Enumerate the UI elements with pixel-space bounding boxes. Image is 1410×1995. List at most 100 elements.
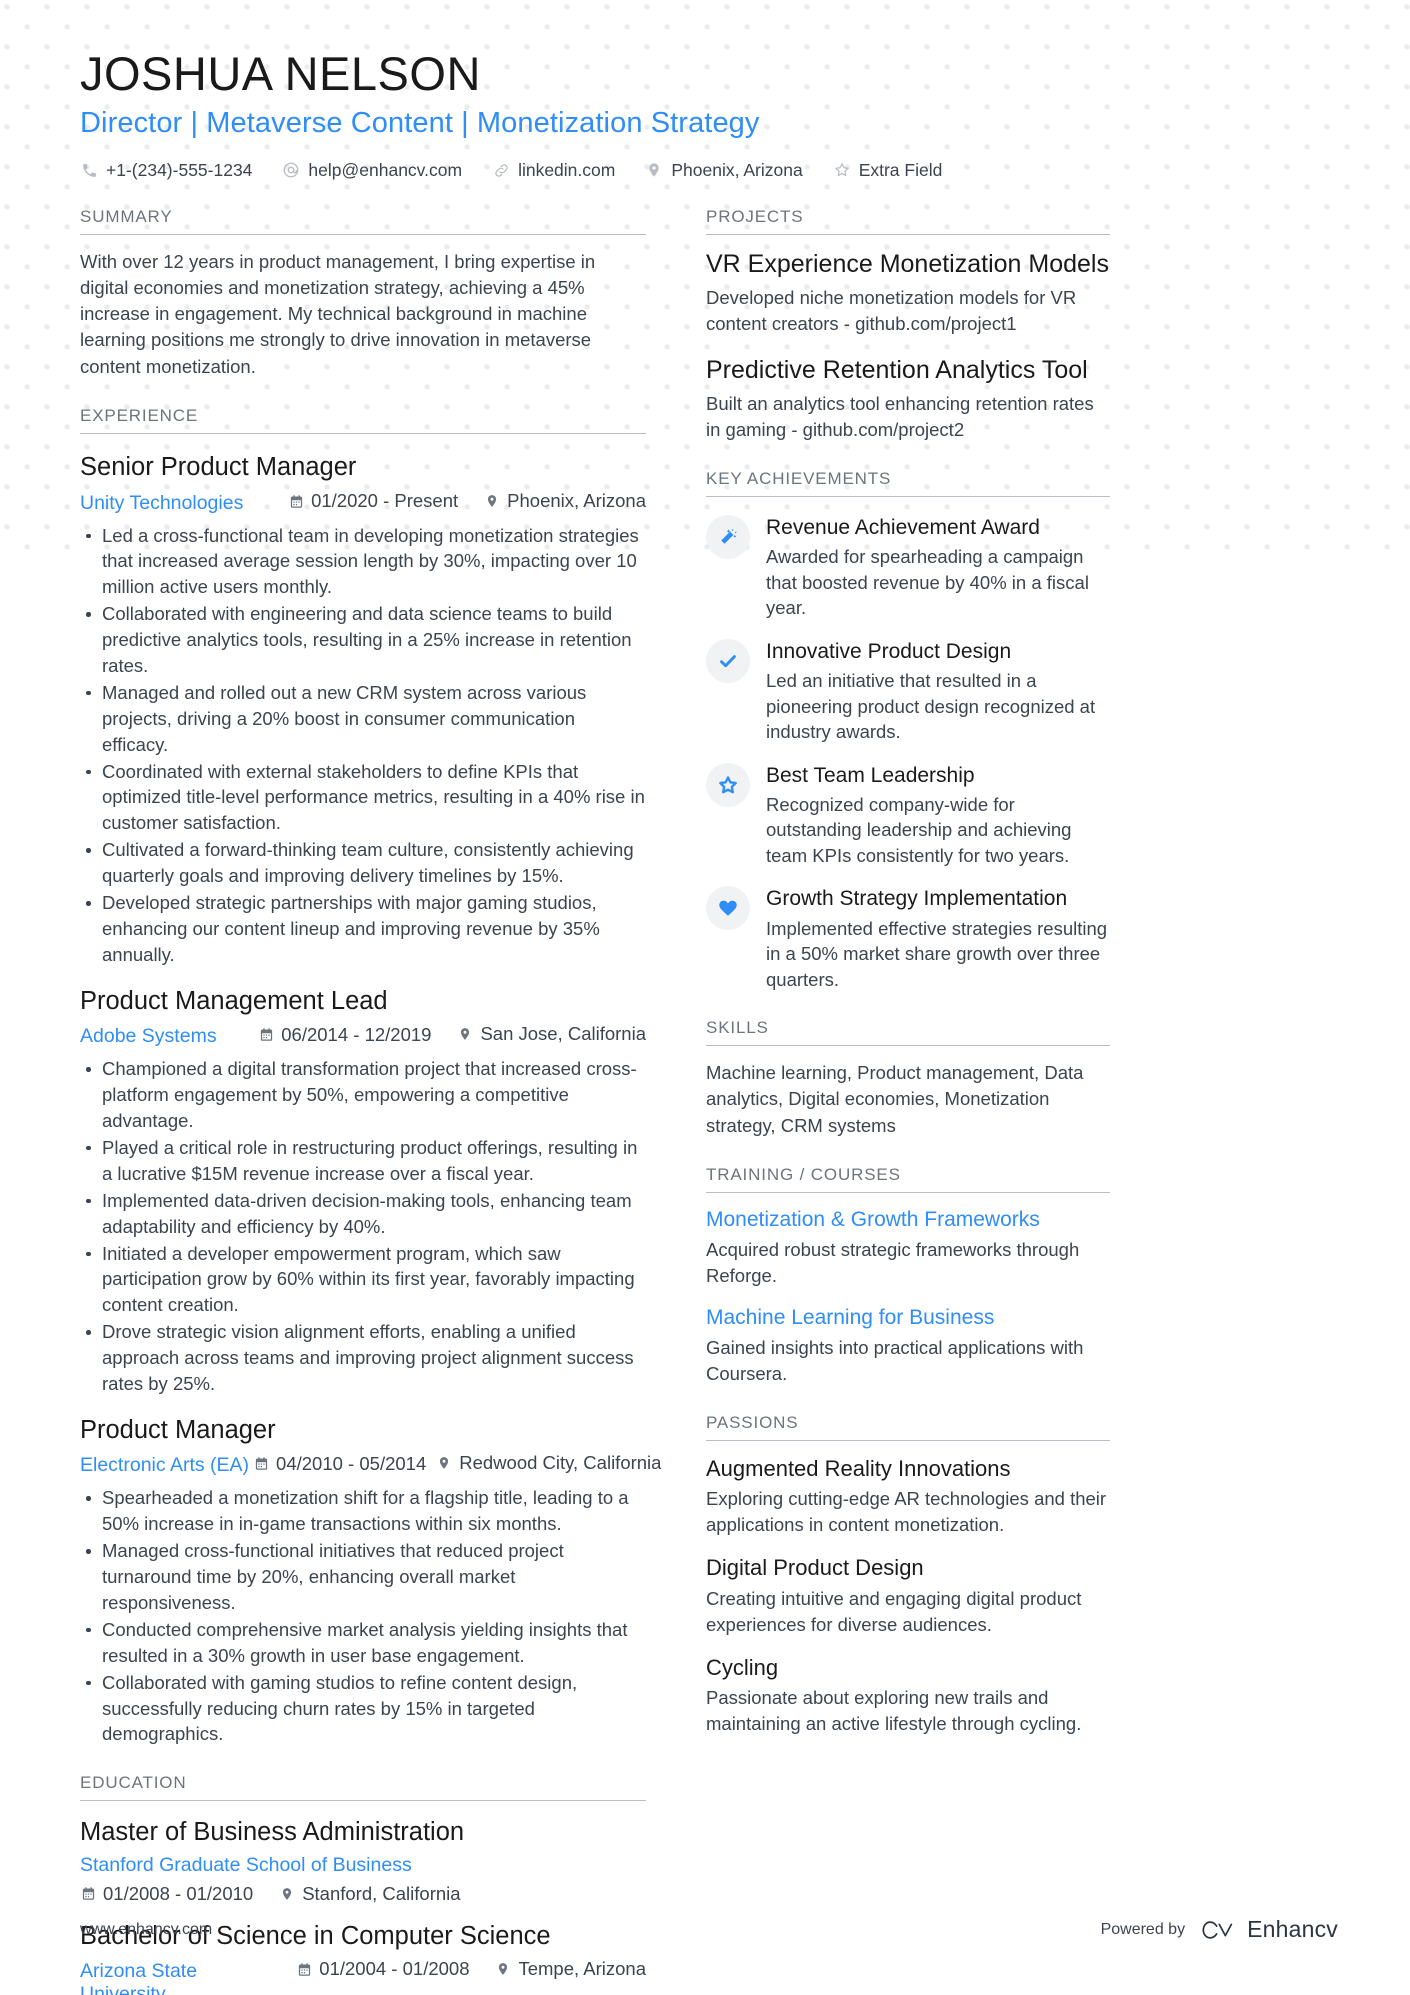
powered-by-label: Powered by	[1100, 1920, 1186, 1938]
passion-description: Exploring cutting-edge AR technologies a…	[706, 1488, 1107, 1536]
calendar-icon	[258, 1027, 274, 1043]
contact-location-text: Phoenix, Arizona	[671, 159, 803, 180]
job-location: Redwood City, California	[436, 1452, 661, 1474]
job-bullet: Championed a digital transformation proj…	[80, 1056, 646, 1134]
calendar-icon	[80, 1886, 96, 1902]
education-section-title: EDUCATION	[80, 1773, 646, 1802]
achievement-title: Best Team Leadership	[766, 763, 975, 787]
section-experience: EXPERIENCE Senior Product Manager Unity …	[80, 406, 661, 1747]
calendar-icon	[296, 1961, 312, 1977]
achievement-entry: Best Team Leadership Recognized company-…	[706, 762, 1110, 869]
education-dates: 01/2008 - 01/2010	[80, 1883, 253, 1905]
star-icon	[706, 762, 750, 807]
star-outline-icon	[833, 161, 851, 179]
location-pin-icon	[484, 493, 500, 509]
contact-location: Phoenix, Arizona	[645, 159, 803, 181]
footer-website-url[interactable]: www.enhancv.com	[80, 1921, 212, 1939]
passions-section-title: PASSIONS	[706, 1413, 1110, 1441]
achievements-section-title: KEY ACHIEVEMENTS	[706, 469, 1110, 498]
resume-columns: SUMMARY With over 12 years in product ma…	[0, 181, 1410, 1995]
project-title: VR Experience Monetization Models	[706, 249, 1109, 278]
job-dates-text: 01/2020 - Present	[311, 490, 459, 512]
contact-email[interactable]: help@enhancv.com	[282, 160, 462, 181]
course-description: Acquired robust strategic frameworks thr…	[706, 1239, 1080, 1287]
email-icon	[282, 161, 300, 179]
job-bullet: Managed cross-functional initiatives tha…	[80, 1538, 646, 1616]
section-skills: SKILLS Machine learning, Product managem…	[706, 1018, 1110, 1139]
footer-brand-group: Powered by Enhancv	[1101, 1916, 1338, 1943]
passion-title: Digital Product Design	[706, 1555, 924, 1581]
job-bullets: Led a cross-functional team in developin…	[80, 523, 646, 968]
check-icon	[706, 638, 750, 683]
contact-phone-text: +1-(234)-555-1234	[106, 159, 253, 180]
contact-row: +1-(234)-555-1234 help@enhancv.com linke…	[80, 160, 1338, 181]
job-bullet: Implemented data-driven decision-making …	[80, 1188, 646, 1240]
project-description: Built an analytics tool enhancing retent…	[706, 393, 1094, 441]
job-company: Electronic Arts (EA)	[80, 1454, 250, 1477]
course-title[interactable]: Machine Learning for Business	[706, 1305, 1110, 1331]
achievement-entry: Innovative Product Design Led an initiat…	[706, 638, 1110, 745]
achievement-description: Awarded for spearheading a campaign that…	[766, 546, 1089, 619]
passion-entry: Augmented Reality Innovations Exploring …	[706, 1455, 1110, 1538]
job-dates: 04/2010 - 05/2014	[253, 1453, 426, 1475]
link-icon	[492, 161, 510, 179]
job-title: Product Manager	[80, 1415, 276, 1444]
contact-phone[interactable]: +1-(234)-555-1234	[80, 160, 252, 181]
resume-header: JOSHUA NELSON Director | Metaverse Conte…	[0, 0, 1410, 181]
job-bullet: Collaborated with engineering and data s…	[80, 601, 646, 679]
job-location-text: San Jose, California	[480, 1023, 646, 1045]
contact-linkedin[interactable]: linkedin.com	[492, 160, 615, 181]
experience-section-title: EXPERIENCE	[80, 406, 646, 434]
section-education: EDUCATION Master of Business Administrat…	[80, 1773, 646, 1995]
achievement-description: Led an initiative that resulted in a pio…	[766, 670, 1096, 743]
achievement-entry: Growth Strategy Implementation Implement…	[706, 886, 1110, 992]
magic-wand-icon	[706, 515, 750, 560]
job-bullet: Conducted comprehensive market analysis …	[80, 1617, 646, 1669]
job-location: Phoenix, Arizona	[484, 490, 646, 512]
job-bullets: Spearheaded a monetization shift for a f…	[80, 1485, 646, 1747]
education-location-text: Stanford, California	[302, 1882, 461, 1904]
job-bullet: Collaborated with gaming studios to refi…	[80, 1670, 646, 1748]
job-location-text: Phoenix, Arizona	[507, 489, 646, 511]
training-section-title: TRAINING / COURSES	[706, 1165, 1110, 1193]
passion-title: Cycling	[706, 1654, 779, 1680]
passion-entry: Cycling Passionate about exploring new t…	[706, 1654, 1110, 1737]
passion-description: Passionate about exploring new trails an…	[706, 1687, 1082, 1734]
passion-description: Creating intuitive and engaging digital …	[706, 1587, 1082, 1635]
course-entry: Monetization & Growth Frameworks Acquire…	[706, 1207, 1110, 1289]
job-bullet: Developed strategic partnerships with ma…	[80, 890, 646, 968]
contact-extra-field: Extra Field	[833, 159, 943, 181]
contact-extra-field-text: Extra Field	[858, 159, 943, 180]
project-description: Developed niche monetization models for …	[706, 287, 1077, 335]
heart-icon	[706, 886, 750, 931]
job-company: Unity Technologies	[80, 491, 244, 514]
achievement-description: Recognized company-wide for outstanding …	[766, 793, 1072, 866]
job-bullet: Drove strategic vision alignment efforts…	[80, 1319, 646, 1397]
resume-page: JOSHUA NELSON Director | Metaverse Conte…	[0, 0, 1410, 1995]
job-bullet: Played a critical role in restructuring …	[80, 1135, 646, 1187]
job-meta: Unity Technologies 01/2020 - Present Pho…	[80, 490, 646, 515]
job-dates-text: 04/2010 - 05/2014	[276, 1452, 427, 1474]
education-dates-text: 01/2004 - 01/2008	[319, 1958, 470, 1980]
passion-entry: Digital Product Design Creating intuitiv…	[706, 1554, 1110, 1637]
section-key-achievements: KEY ACHIEVEMENTS Revenue Achievement Awa…	[706, 469, 1110, 992]
job-bullet: Initiated a developer empowerment progra…	[80, 1241, 646, 1319]
projects-section-title: PROJECTS	[706, 207, 1110, 235]
candidate-headline: Director | Metaverse Content | Monetizat…	[80, 106, 760, 139]
course-title[interactable]: Monetization & Growth Frameworks	[706, 1207, 1110, 1233]
section-projects: PROJECTS VR Experience Monetization Mode…	[706, 207, 1110, 444]
job-dates-text: 06/2014 - 12/2019	[281, 1023, 432, 1045]
experience-entry: Senior Product Manager Unity Technologie…	[80, 452, 646, 968]
job-meta: Electronic Arts (EA) 04/2010 - 05/2014 R…	[80, 1452, 661, 1477]
job-bullet: Led a cross-functional team in developin…	[80, 523, 646, 601]
job-dates: 01/2020 - Present	[288, 490, 458, 512]
project-title: Predictive Retention Analytics Tool	[706, 355, 1088, 384]
summary-section-title: SUMMARY	[80, 207, 646, 235]
location-pin-icon	[457, 1026, 473, 1042]
project-entry: VR Experience Monetization Models Develo…	[706, 249, 1110, 337]
summary-text: With over 12 years in product management…	[80, 250, 596, 377]
project-entry: Predictive Retention Analytics Tool Buil…	[706, 355, 1110, 443]
location-pin-icon	[495, 1961, 511, 1977]
achievement-title: Growth Strategy Implementation	[766, 887, 1068, 911]
job-location-text: Redwood City, California	[459, 1452, 662, 1474]
